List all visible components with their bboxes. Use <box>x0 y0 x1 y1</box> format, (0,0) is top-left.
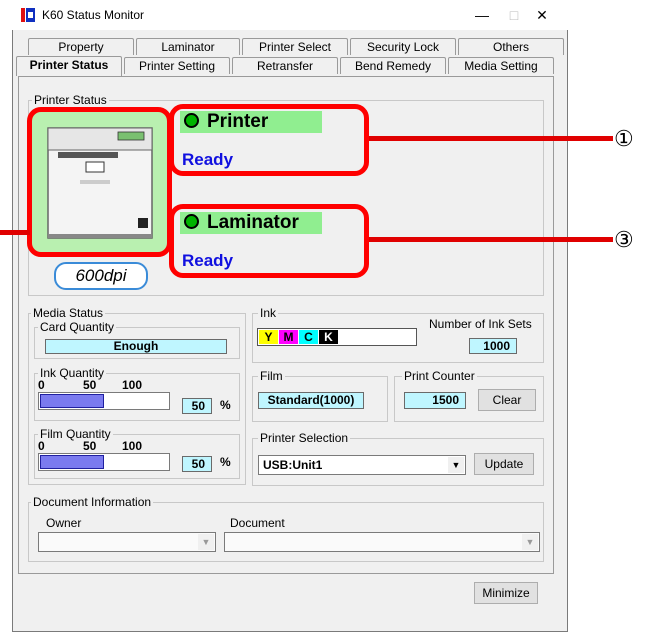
tab-media-setting[interactable]: Media Setting <box>448 57 554 74</box>
tab-printer-select[interactable]: Printer Select <box>242 38 348 55</box>
print-counter-value: 1500 <box>404 392 466 409</box>
card-quantity-legend: Card Quantity <box>38 320 117 334</box>
film-scale-50: 50 <box>83 439 97 453</box>
ink-color-m: M <box>279 330 298 344</box>
film-scale-100: 100 <box>122 439 143 453</box>
ink-quantity-fill <box>40 394 104 408</box>
printer-selection-value: USB:Unit1 <box>263 458 323 472</box>
ink-sets-value: 1000 <box>469 338 517 354</box>
film-percent-sign: % <box>220 455 231 469</box>
callout-line-1 <box>369 136 613 141</box>
callout-line-3 <box>369 237 613 242</box>
ink-color-k: K <box>319 330 338 344</box>
printer-image-highlight <box>27 107 172 257</box>
tab-property[interactable]: Property <box>28 38 134 55</box>
document-dropdown[interactable]: ▼ <box>224 532 540 552</box>
tab-printer-status[interactable]: Printer Status <box>16 56 122 76</box>
clear-button[interactable]: Clear <box>478 389 536 411</box>
printer-selection-dropdown[interactable]: USB:Unit1 ▼ <box>258 455 466 475</box>
app-icon <box>20 7 36 23</box>
media-status-legend: Media Status <box>31 306 106 320</box>
document-info-legend: Document Information <box>31 495 154 509</box>
card-quantity-value: Enough <box>45 339 227 354</box>
ink-legend: Ink <box>258 306 279 320</box>
document-chevron-down-icon[interactable]: ▼ <box>522 534 538 550</box>
printer-selection-legend: Printer Selection <box>258 431 351 445</box>
close-window-button[interactable]: ✕ <box>522 4 562 26</box>
update-button[interactable]: Update <box>474 453 534 475</box>
tab-security-lock[interactable]: Security Lock <box>350 38 456 55</box>
ink-sets-label: Number of Ink Sets <box>429 317 532 331</box>
film-quantity-value: 50 <box>182 456 212 472</box>
tab-others[interactable]: Others <box>458 38 564 55</box>
film-quantity-bar <box>38 453 170 471</box>
owner-label: Owner <box>46 516 82 530</box>
film-scale-0: 0 <box>38 439 45 453</box>
callout-line-left <box>0 230 30 235</box>
tab-bend-remedy[interactable]: Bend Remedy <box>340 57 446 74</box>
film-legend: Film <box>258 369 285 383</box>
chevron-down-icon[interactable]: ▼ <box>448 457 464 473</box>
ink-scale-50: 50 <box>83 378 97 392</box>
document-label: Document <box>230 516 285 530</box>
tab-printer-setting[interactable]: Printer Setting <box>124 57 230 74</box>
printer-status-highlight <box>169 104 369 176</box>
ink-color-y: Y <box>259 330 278 344</box>
ink-percent-sign: % <box>220 398 231 412</box>
dpi-badge: 600dpi <box>54 262 148 290</box>
ink-quantity-value: 50 <box>182 398 212 414</box>
ink-colors-strip: Y M C K <box>257 328 417 346</box>
ink-color-c: C <box>299 330 318 344</box>
print-counter-legend: Print Counter <box>402 369 477 383</box>
tab-laminator[interactable]: Laminator <box>136 38 240 55</box>
film-quantity-legend: Film Quantity <box>38 427 113 441</box>
tab-retransfer[interactable]: Retransfer <box>232 57 338 74</box>
laminator-status-highlight <box>169 204 369 278</box>
ink-scale-100: 100 <box>122 378 143 392</box>
ink-quantity-bar <box>38 392 170 410</box>
owner-dropdown[interactable]: ▼ <box>38 532 216 552</box>
callout-1: ① <box>614 126 634 151</box>
ink-scale-0: 0 <box>38 378 45 392</box>
film-quantity-fill <box>40 455 104 469</box>
printer-status-legend: Printer Status <box>32 93 109 107</box>
film-type-value: Standard(1000) <box>258 392 364 409</box>
owner-chevron-down-icon[interactable]: ▼ <box>198 534 214 550</box>
callout-3: ③ <box>614 227 634 252</box>
minimize-button[interactable]: Minimize <box>474 582 538 604</box>
window-title: K60 Status Monitor <box>42 8 145 22</box>
